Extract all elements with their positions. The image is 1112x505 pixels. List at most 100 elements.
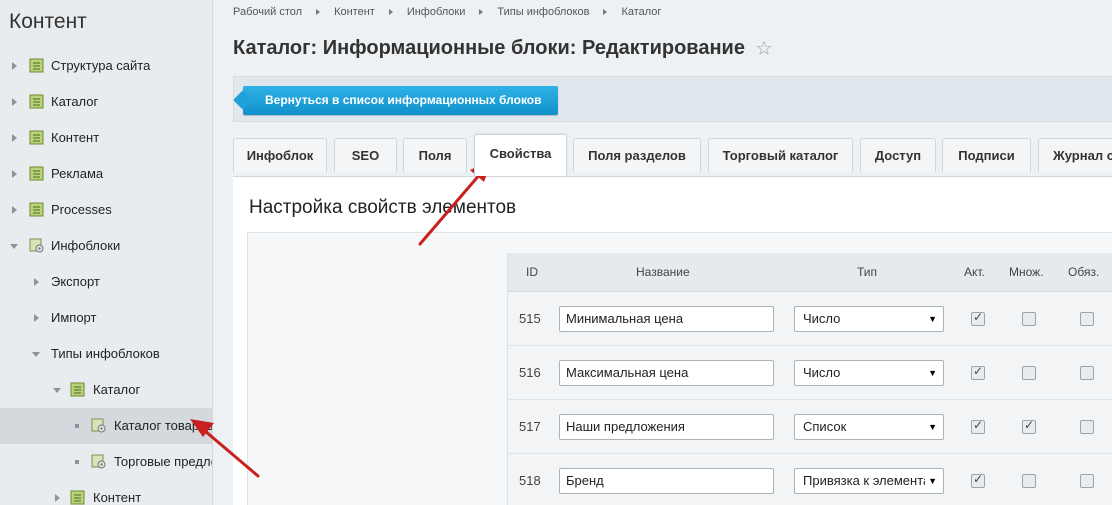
sidebar-item-iblocks[interactable]: Инфоблоки [0,228,212,264]
sidebar-item-label: Каталог [51,94,99,109]
property-id: 515 [519,311,541,326]
active-checkbox[interactable] [971,310,985,326]
dropdown-arrow-icon: ▼ [928,368,937,378]
collapse-icon[interactable] [31,336,41,372]
sidebar-item-processes[interactable]: Processes [0,192,212,228]
bullet-icon [72,444,82,480]
star-icon[interactable]: ☆ [755,36,773,61]
required-checkbox[interactable] [1080,420,1094,434]
breadcrumb-separator-icon [316,9,321,15]
property-id: 517 [519,419,541,434]
collapse-icon[interactable] [52,372,62,408]
tab-access[interactable]: Доступ [860,138,936,172]
breadcrumb-separator-icon [388,9,393,15]
module-icon [29,58,44,73]
sidebar-title: Контент [9,10,87,33]
sidebar-item-type-catalog[interactable]: Каталог [0,372,212,408]
active-checkbox[interactable] [971,418,985,434]
breadcrumb-item[interactable]: Контент [334,6,375,18]
main-area: Рабочий стол Контент Инфоблоки Типы инфо… [214,0,1112,505]
property-type-select[interactable]: Привязка к элементам▼ [794,468,944,494]
sidebar-item-type-content[interactable]: Контент [0,480,212,505]
back-to-list-button[interactable]: Вернуться в список информационных блоков [243,86,558,115]
sidebar-item-catalog[interactable]: Каталог [0,84,212,120]
sidebar-item-label: Контент [93,490,142,505]
expand-icon[interactable] [52,480,62,505]
iblock-settings-icon [29,238,44,253]
bullet-icon [72,408,82,444]
tab-trade-catalog[interactable]: Торговый каталог [708,138,853,172]
multiple-checkbox[interactable] [1022,366,1036,380]
property-type-value: Число [803,311,841,326]
dropdown-arrow-icon: ▼ [928,314,937,324]
table-row: 515 Минимальная цена Число ▼ [508,292,1112,346]
breadcrumb: Рабочий стол Контент Инфоблоки Типы инфо… [233,6,661,18]
expand-icon[interactable] [9,120,19,156]
required-checkbox[interactable] [1080,474,1094,488]
module-icon [29,130,44,145]
property-id: 516 [519,365,541,380]
multiple-checkbox[interactable] [1022,312,1036,326]
property-type-select[interactable]: Число ▼ [794,306,944,332]
sidebar-item-site-structure[interactable]: Структура сайта [0,48,212,84]
tab-seo[interactable]: SEO [334,138,397,172]
sidebar-item-products-catalog[interactable]: Каталог товаров [0,408,212,444]
expand-icon[interactable] [9,48,19,84]
tab-content: Настройка свойств элементов ID Название … [233,176,1112,505]
col-active: Акт. [964,265,985,279]
property-name-input[interactable]: Наши предложения [559,414,774,440]
table-row: 518 Бренд Привязка к элементам▼ [508,454,1112,505]
breadcrumb-separator-icon [603,9,608,15]
collapse-icon[interactable] [9,228,19,264]
breadcrumb-item[interactable]: Каталог [621,6,661,18]
required-checkbox[interactable] [1080,366,1094,380]
module-icon [70,382,85,397]
sidebar-item-trade-offers[interactable]: Торговые предложения [0,444,212,480]
property-type-value: Число [803,365,841,380]
property-type-value: Список [803,419,847,434]
tab-captions[interactable]: Подписи [942,138,1031,172]
property-name-input[interactable]: Бренд [559,468,774,494]
tab-fields[interactable]: Поля [403,138,467,172]
sidebar-item-label: Контент [51,130,100,145]
expand-icon[interactable] [31,264,41,300]
table-header: ID Название Тип Акт. Множ. Обяз. [508,253,1112,292]
col-name: Название [636,265,690,279]
property-name-input[interactable]: Максимальная цена [559,360,774,386]
sidebar-item-label: Реклама [51,166,104,181]
active-checkbox[interactable] [971,472,985,488]
expand-icon[interactable] [9,192,19,228]
expand-icon[interactable] [9,84,19,120]
sidebar-item-import[interactable]: Импорт [0,300,212,336]
breadcrumb-item[interactable]: Инфоблоки [407,6,466,18]
sidebar-item-label: Каталог [93,382,141,397]
sidebar-item-label: Processes [51,202,112,217]
property-name-input[interactable]: Минимальная цена [559,306,774,332]
expand-icon[interactable] [31,300,41,336]
sidebar-item-label: Импорт [51,310,97,325]
sidebar-item-label: Торговые предложения [114,454,212,469]
col-type: Тип [857,265,878,279]
required-checkbox[interactable] [1080,312,1094,326]
sidebar-item-iblock-types[interactable]: Типы инфоблоков [0,336,212,372]
page-title-text: Каталог: Информационные блоки: Редактиро… [233,37,745,59]
iblock-settings-icon [91,418,106,433]
sidebar-item-content[interactable]: Контент [0,120,212,156]
sidebar-item-export[interactable]: Экспорт [0,264,212,300]
multiple-checkbox[interactable] [1022,418,1036,434]
breadcrumb-item[interactable]: Рабочий стол [233,6,302,18]
active-checkbox[interactable] [971,364,985,380]
property-type-select[interactable]: Число ▼ [794,360,944,386]
tab-properties[interactable]: Свойства [474,134,567,176]
tab-section-fields[interactable]: Поля разделов [573,138,701,172]
multiple-checkbox[interactable] [1022,474,1036,488]
table-row: 517 Наши предложения Список ▼ [508,400,1112,454]
breadcrumb-item[interactable]: Типы инфоблоков [497,6,589,18]
properties-table: ID Название Тип Акт. Множ. Обяз. 515 Мин… [507,253,1112,505]
breadcrumb-separator-icon [479,9,484,15]
tab-event-log[interactable]: Журнал событий [1038,138,1112,172]
sidebar-item-ads[interactable]: Реклама [0,156,212,192]
tab-iblock[interactable]: Инфоблок [233,138,327,172]
expand-icon[interactable] [9,156,19,192]
property-type-select[interactable]: Список ▼ [794,414,944,440]
